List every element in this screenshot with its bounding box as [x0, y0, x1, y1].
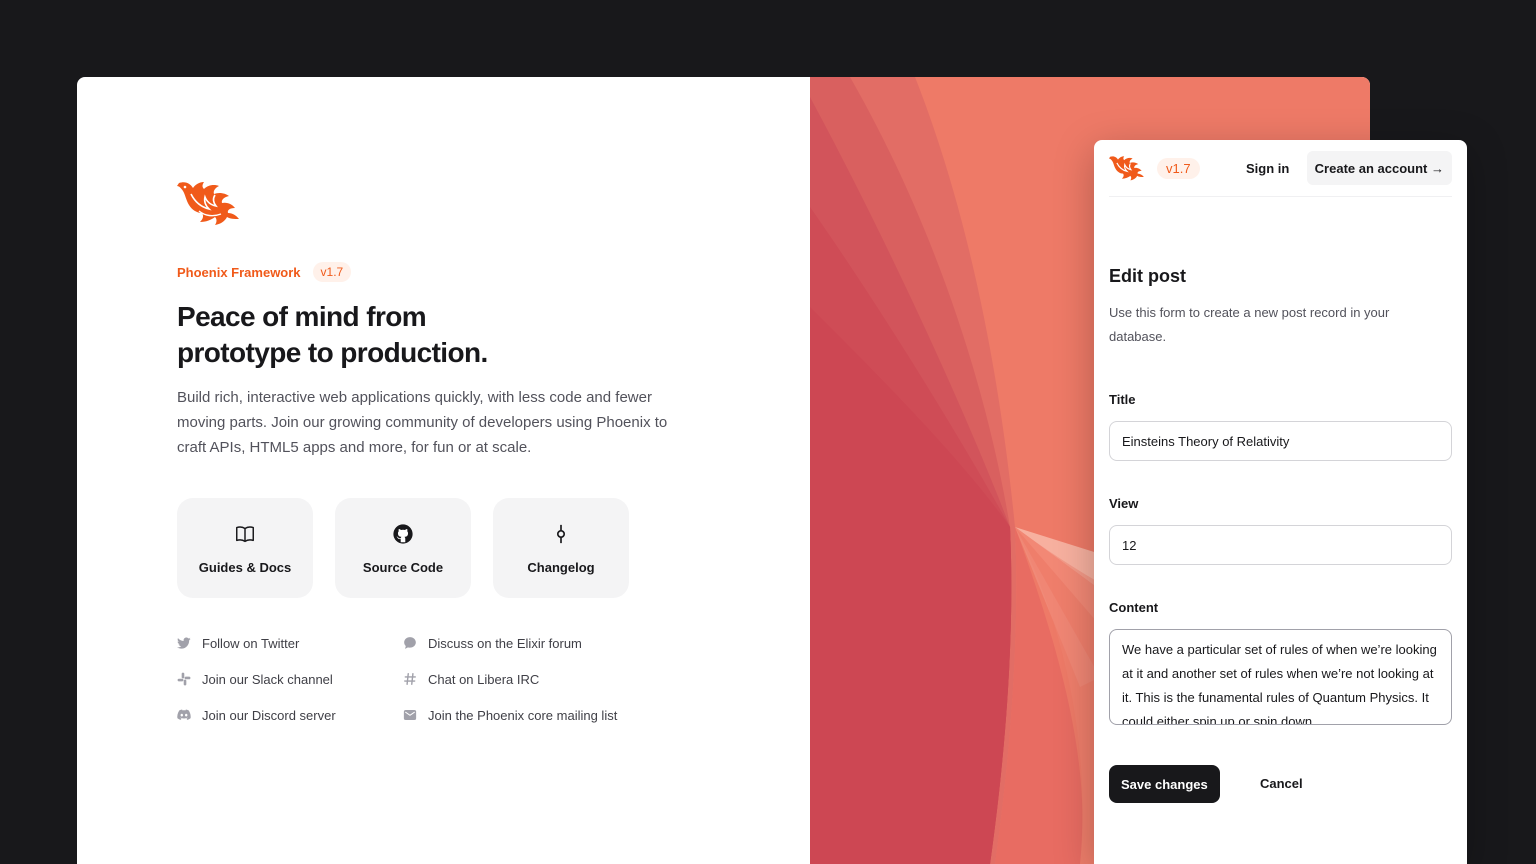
sign-in-link[interactable]: Sign in [1246, 161, 1289, 176]
discord-link[interactable]: Join our Discord server [177, 707, 403, 723]
tile-label: Source Code [362, 559, 444, 575]
guides-docs-tile[interactable]: Guides & Docs [177, 498, 313, 598]
community-links: Follow on Twitter Discuss on the Elixir … [177, 635, 647, 723]
form-description: Use this form to create a new post recor… [1109, 305, 1390, 344]
twitter-link[interactable]: Follow on Twitter [177, 635, 403, 651]
lead-paragraph: Build rich, interactive web applications… [177, 389, 668, 456]
form-title: Edit post [1109, 266, 1186, 286]
link-label: Follow on Twitter [202, 635, 300, 651]
brand-name: Phoenix Framework [177, 264, 301, 280]
edit-post-panel: v1.7 Sign in Create an account → Edit po… [1094, 140, 1467, 864]
link-label: Join our Discord server [202, 707, 336, 723]
brand-row: Phoenix Framework v1.7 [177, 262, 352, 282]
tile-label: Changelog [527, 559, 595, 575]
hash-icon [403, 672, 417, 686]
source-code-tile[interactable]: Source Code [335, 498, 471, 598]
version-badge: v1.7 [312, 262, 352, 282]
github-icon [391, 522, 415, 546]
link-label: Discuss on the Elixir forum [428, 635, 582, 651]
changelog-tile[interactable]: Changelog [493, 498, 629, 598]
tile-label: Guides & Docs [198, 559, 292, 575]
link-label: Join the Phoenix core mailing list [428, 707, 618, 723]
resource-tiles: Guides & Docs Source Code Changelog [177, 498, 629, 598]
phoenix-logo-icon [177, 180, 241, 226]
slack-link[interactable]: Join our Slack channel [177, 671, 403, 687]
panel-header: v1.7 Sign in Create an account → [1109, 150, 1452, 197]
slack-icon [177, 672, 191, 686]
content-label: Content [1109, 600, 1159, 615]
view-label: View [1109, 496, 1139, 511]
discord-icon [177, 708, 191, 722]
title-label: Title [1109, 392, 1136, 407]
twitter-icon [177, 636, 191, 650]
create-account-button[interactable]: Create an account → [1306, 151, 1452, 185]
link-label: Join our Slack channel [202, 671, 333, 687]
book-icon [233, 522, 257, 546]
save-changes-button[interactable]: Save changes [1109, 765, 1220, 803]
chat-bubble-icon [403, 636, 417, 650]
phoenix-logo-icon[interactable] [1109, 154, 1145, 182]
libera-irc-link[interactable]: Chat on Libera IRC [403, 671, 647, 687]
page-headline: Peace of mind from prototype to producti… [177, 301, 488, 368]
mailing-list-link[interactable]: Join the Phoenix core mailing list [403, 707, 647, 723]
content-textarea[interactable]: We have a particular set of rules of whe… [1109, 629, 1452, 725]
view-input[interactable] [1109, 525, 1452, 565]
title-input[interactable] [1109, 421, 1452, 461]
commit-icon [549, 522, 573, 546]
version-badge: v1.7 [1157, 158, 1200, 179]
link-label: Chat on Libera IRC [428, 671, 540, 687]
mail-icon [403, 708, 417, 722]
cancel-button[interactable]: Cancel [1260, 776, 1303, 791]
elixir-forum-link[interactable]: Discuss on the Elixir forum [403, 635, 647, 651]
